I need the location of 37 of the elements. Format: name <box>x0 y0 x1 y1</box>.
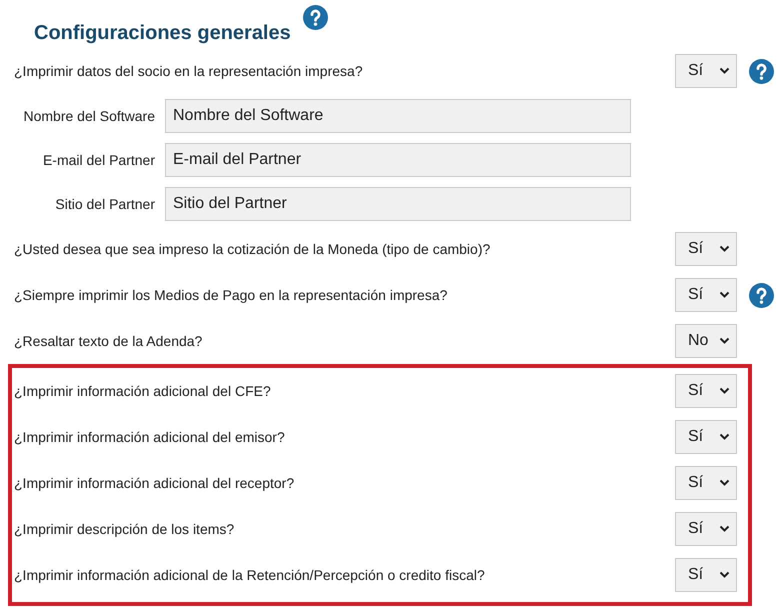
dropdown[interactable]: Sí <box>675 466 737 500</box>
input-field[interactable]: Sitio del Partner <box>165 187 631 221</box>
chevron-icon <box>719 291 730 299</box>
help-icon[interactable] <box>749 283 774 308</box>
question-label: ¿Imprimir información adicional de la Retención/Percepción o credito fiscal? <box>14 567 486 583</box>
chevron-icon <box>719 571 730 579</box>
help-icon[interactable] <box>302 5 328 30</box>
field-label: E-mail del Partner <box>42 152 156 168</box>
dropdown[interactable]: Sí <box>675 512 737 546</box>
help-icon[interactable] <box>749 59 774 84</box>
dropdown[interactable]: Sí <box>675 558 737 592</box>
field-label: Sitio del Partner <box>54 196 156 212</box>
question-label: ¿Imprimir descripción de los items? <box>14 521 236 537</box>
dropdown[interactable]: Sí <box>675 232 737 266</box>
dropdown[interactable]: No <box>675 324 737 358</box>
question-label: ¿Imprimir información adicional del receptor? <box>14 475 296 491</box>
input-field[interactable]: Nombre del Software <box>165 99 631 133</box>
chevron-icon <box>719 387 730 395</box>
question-label: ¿Usted desea que sea impreso la cotización de la Moneda (tipo de cambio)? <box>14 241 492 257</box>
chevron-icon <box>719 245 730 253</box>
input-field[interactable]: E-mail del Partner <box>165 143 631 177</box>
chevron-icon <box>719 525 730 533</box>
dropdown[interactable]: Sí <box>675 278 737 312</box>
dropdown[interactable]: Sí <box>675 420 737 454</box>
dropdown[interactable]: Sí <box>675 54 737 88</box>
question-label: ¿Imprimir información adicional del CFE? <box>14 383 272 399</box>
question-label: ¿Siempre imprimir los Medios de Pago en la representación impresa? <box>14 287 448 303</box>
question-label: ¿Imprimir información adicional del emisor? <box>14 429 286 445</box>
dropdown[interactable]: Sí <box>675 374 737 408</box>
question-label: ¿Resaltar texto de la Adenda? <box>14 333 204 349</box>
field-label: Nombre del Software <box>22 108 156 124</box>
chevron-icon <box>719 337 730 345</box>
chevron-icon <box>719 67 730 75</box>
section-title: Configuraciones generales <box>34 22 291 44</box>
chevron-icon <box>719 479 730 487</box>
question-label: ¿Imprimir datos del socio en la representación impresa? <box>14 63 364 79</box>
chevron-icon <box>719 433 730 441</box>
